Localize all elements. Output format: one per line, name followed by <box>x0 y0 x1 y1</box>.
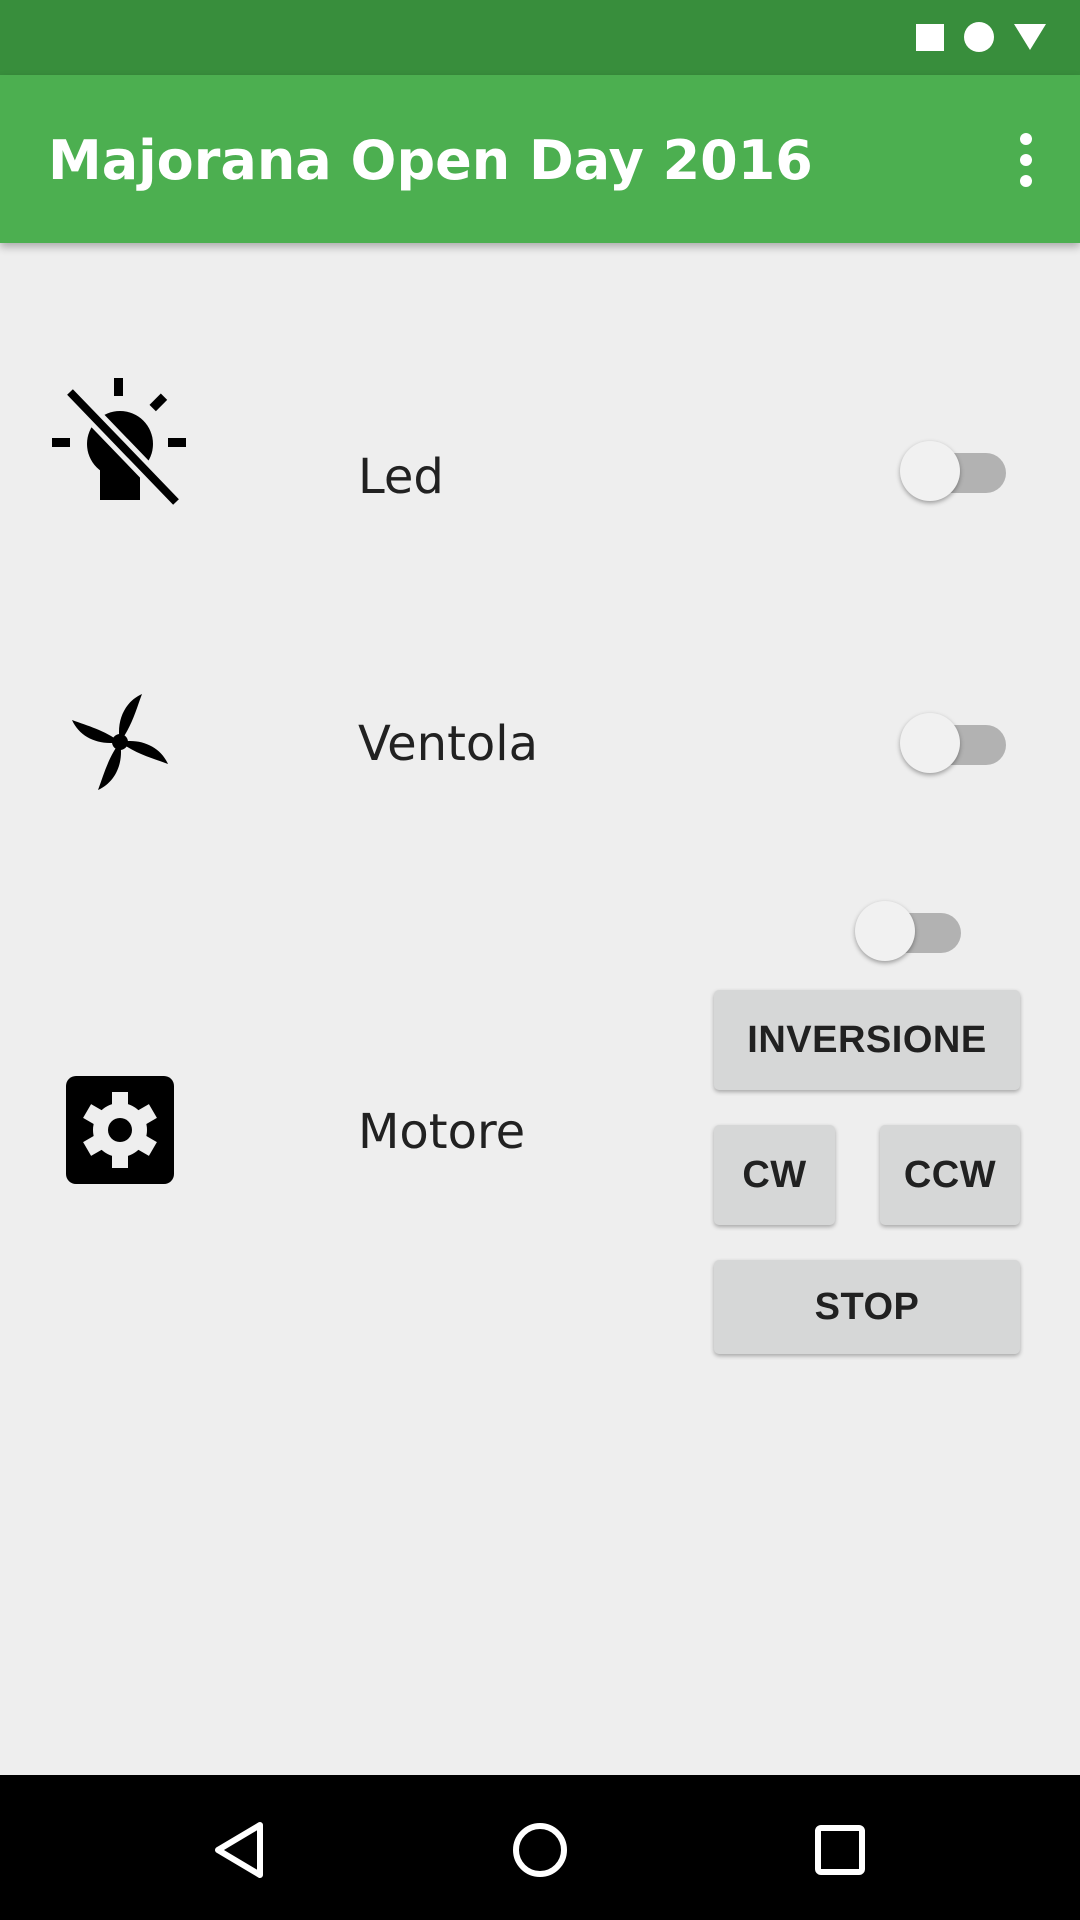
stop-button[interactable]: STOP <box>714 1260 1020 1354</box>
led-label: Led <box>358 449 444 505</box>
app-bar: Majorana Open Day 2016 <box>0 75 1080 243</box>
lightbulb-off-icon <box>50 372 190 512</box>
cw-button[interactable]: CW <box>714 1125 835 1225</box>
ccw-button[interactable]: CCW <box>880 1125 1020 1225</box>
app-title: Majorana Open Day 2016 <box>48 129 813 192</box>
settings-applications-icon <box>50 1060 190 1200</box>
overflow-menu-icon[interactable] <box>996 125 1056 195</box>
fan-label: Ventola <box>358 716 538 772</box>
recents-square-icon[interactable] <box>795 1805 885 1895</box>
home-circle-icon[interactable] <box>495 1805 585 1895</box>
circle-icon <box>963 21 995 53</box>
status-icons <box>915 20 1047 54</box>
motor-switch[interactable] <box>855 900 965 964</box>
motor-label: Motore <box>358 1104 526 1160</box>
fan-icon <box>50 672 190 812</box>
navigation-bar <box>0 1775 1080 1920</box>
fan-switch[interactable] <box>900 712 1010 776</box>
led-switch[interactable] <box>900 440 1010 504</box>
back-triangle-icon[interactable] <box>195 1805 285 1895</box>
square-icon <box>915 22 945 52</box>
status-bar <box>0 0 1080 75</box>
triangle-icon <box>1013 22 1047 52</box>
reverse-button[interactable]: INVERSIONE <box>714 990 1020 1090</box>
app-screen: Majorana Open Day 2016 Led Ventola Motor… <box>0 0 1080 1920</box>
